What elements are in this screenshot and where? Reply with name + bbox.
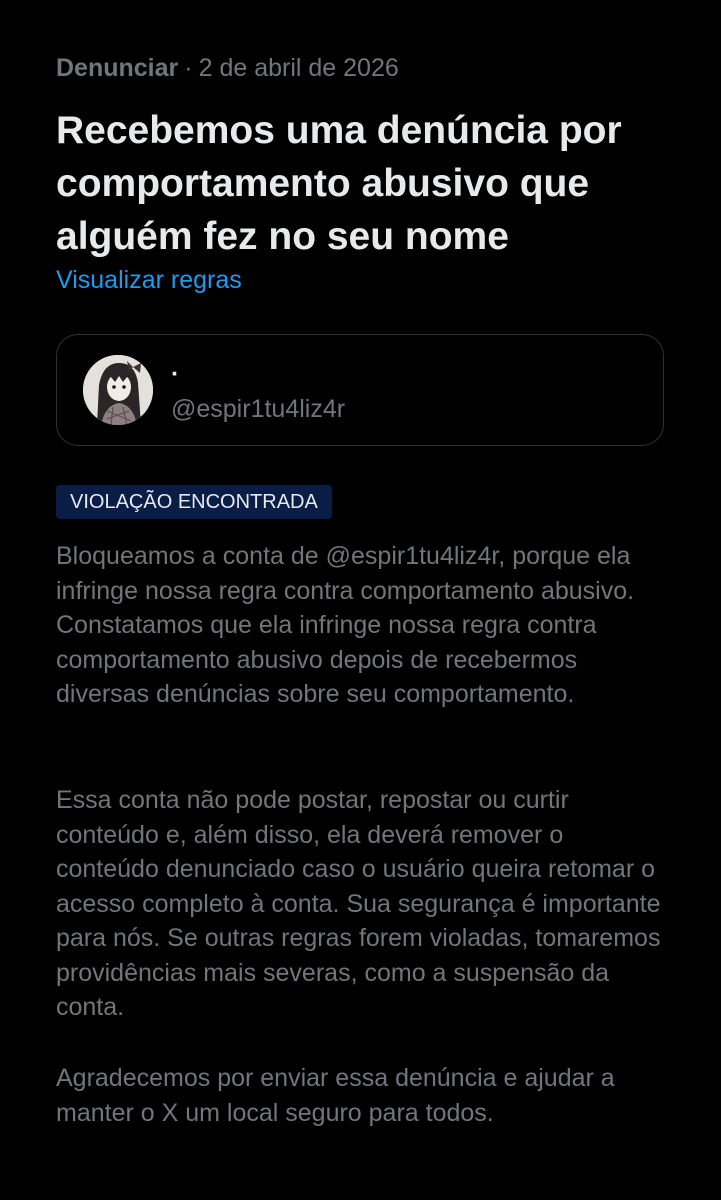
- avatar[interactable]: [83, 355, 153, 425]
- view-rules-link[interactable]: Visualizar regras: [56, 266, 242, 295]
- reported-account-card[interactable]: · @espir1tu4liz4r: [56, 334, 664, 446]
- violation-status-badge: VIOLAÇÃO ENCONTRADA: [56, 485, 332, 519]
- report-paragraph-1: Bloqueamos a conta de @espir1tu4liz4r, p…: [56, 542, 635, 708]
- page-title: Recebemos uma denúncia por comportamento…: [56, 109, 622, 258]
- meta-separator: ·: [184, 54, 193, 82]
- report-meta: Denunciar · 2 de abril de 2026: [56, 54, 399, 83]
- report-date: 2 de abril de 2026: [198, 54, 399, 82]
- report-type: Denunciar: [56, 54, 179, 82]
- account-handle: @espir1tu4liz4r: [171, 395, 346, 423]
- report-paragraph-3: Agradecemos por enviar essa denúncia e a…: [56, 1064, 615, 1127]
- report-paragraph-2: Essa conta não pode postar, repostar ou …: [56, 786, 661, 1021]
- account-display-name: ·: [171, 360, 180, 388]
- avatar-illustration-icon: [83, 355, 153, 425]
